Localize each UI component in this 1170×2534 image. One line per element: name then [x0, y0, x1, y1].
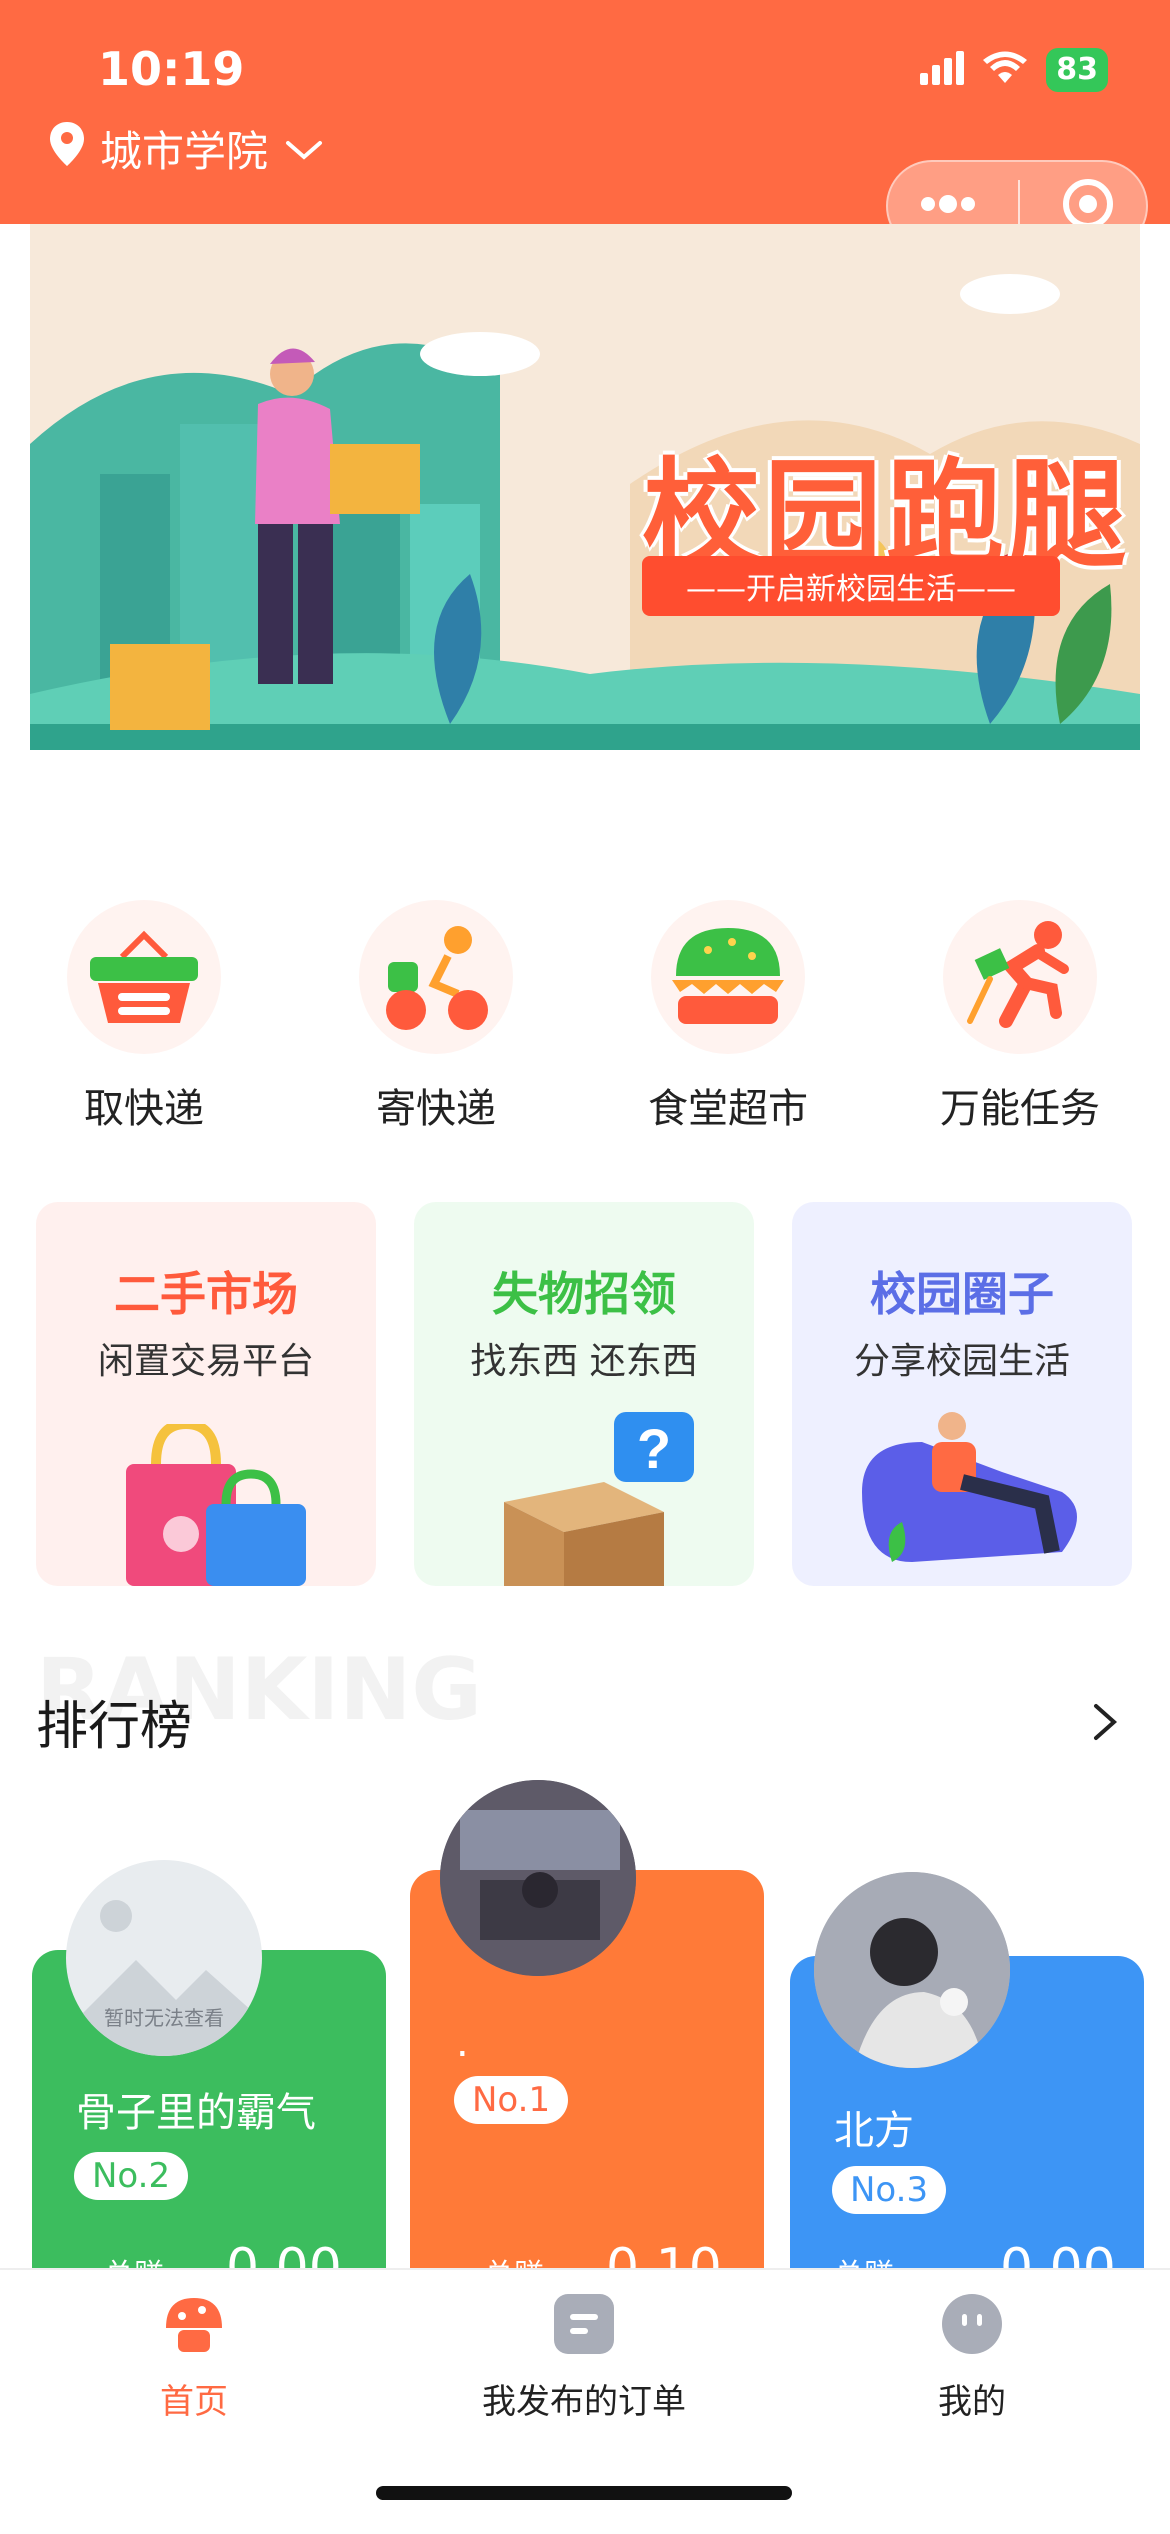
entry-label: 万能任务 — [940, 1086, 1100, 1132]
banner-subtitle: ——开启新校园生活—— — [642, 556, 1060, 616]
avatar: 暂时无法查看 — [66, 1860, 262, 2056]
order-icon — [554, 2294, 614, 2354]
card-second-hand-market[interactable]: 二手市场 闲置交易平台 — [36, 1202, 376, 1586]
box-question-icon: ? — [504, 1412, 694, 1586]
rank-badge: No.3 — [832, 2166, 947, 2214]
chevron-down-icon — [284, 124, 324, 173]
ranking-name: 北方 — [834, 2108, 914, 2154]
tab-profile[interactable]: 我的 — [822, 2294, 1122, 2423]
ranking-name: 骨子里的霸气 — [76, 2090, 316, 2136]
more-icon[interactable] — [918, 194, 978, 218]
entry-universal-task[interactable]: 万能任务 — [890, 900, 1150, 1160]
card-title: 失物招领 — [492, 1267, 676, 1321]
avatar — [814, 1872, 1010, 2068]
ranking-name: . — [456, 2020, 469, 2066]
status-time: 10:19 — [98, 42, 245, 96]
status-icons: 83 — [920, 48, 1108, 92]
cyclist-icon — [359, 900, 513, 1054]
entry-pickup-express[interactable]: 取快递 — [14, 900, 274, 1160]
card-subtitle: 找东西 还东西 — [470, 1341, 698, 1382]
runner-icon — [943, 900, 1097, 1054]
rank-badge: No.2 — [74, 2152, 189, 2200]
profile-icon — [942, 2294, 1002, 2354]
entry-send-express[interactable]: 寄快递 — [306, 900, 566, 1160]
card-lost-and-found[interactable]: 失物招领 找东西 还东西 ? — [414, 1202, 754, 1586]
avatar — [440, 1780, 636, 1976]
person-chair-icon — [862, 1412, 1077, 1562]
shopping-bag-icon — [126, 1424, 306, 1586]
home-icon — [166, 2298, 222, 2352]
card-subtitle: 闲置交易平台 — [97, 1341, 314, 1382]
burger-icon — [651, 900, 805, 1054]
ranking-title: 排行榜 — [36, 1697, 193, 1757]
tab-my-orders[interactable]: 我发布的订单 — [434, 2294, 734, 2423]
tab-label: 首页 — [160, 2382, 228, 2422]
wifi-icon — [982, 51, 1028, 89]
card-campus-circle[interactable]: 校园圈子 分享校园生活 — [792, 1202, 1132, 1586]
basket-icon — [67, 900, 221, 1054]
tab-label: 我发布的订单 — [482, 2382, 686, 2422]
ranking-more-chevron-icon[interactable] — [1090, 1700, 1120, 1748]
avatar-placeholder-text: 暂时无法查看 — [104, 2006, 224, 2030]
entry-label: 食堂超市 — [648, 1086, 808, 1132]
svg-text:?: ? — [637, 1417, 671, 1480]
location-pin-icon — [50, 121, 84, 176]
home-indicator — [376, 2486, 792, 2500]
card-title: 二手市场 — [114, 1267, 298, 1321]
entry-label: 取快递 — [84, 1086, 204, 1132]
location-label: 城市学院 — [100, 127, 269, 176]
tab-label: 我的 — [938, 2382, 1006, 2422]
tab-home[interactable]: 首页 — [44, 2294, 344, 2423]
card-subtitle: 分享校园生活 — [853, 1341, 1070, 1382]
entry-canteen-market[interactable]: 食堂超市 — [598, 900, 858, 1160]
location-selector[interactable]: 城市学院 — [50, 118, 324, 179]
signal-icon — [920, 51, 965, 89]
entry-label: 寄快递 — [376, 1086, 496, 1132]
card-title: 校园圈子 — [870, 1267, 1054, 1321]
battery-indicator: 83 — [1046, 48, 1108, 92]
promo-banner[interactable]: 校园跑腿 ——开启新校园生活—— — [30, 224, 1140, 750]
rank-badge: No.1 — [454, 2076, 569, 2124]
